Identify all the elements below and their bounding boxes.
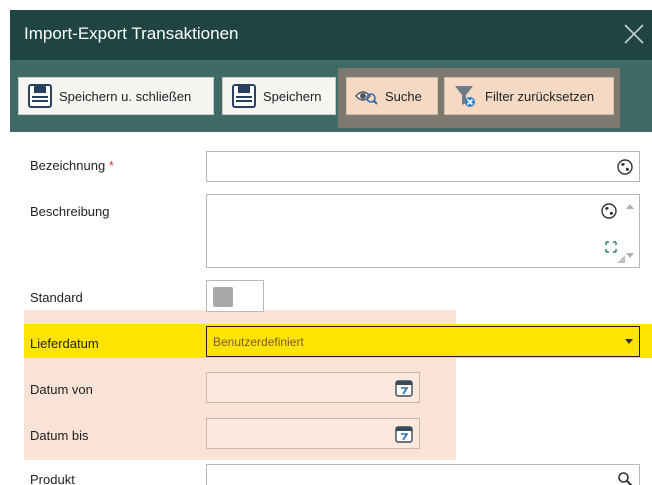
datum-bis-label: Datum bis xyxy=(30,428,89,443)
toolbar: Speichern u. schließen Speichern Suche F… xyxy=(10,60,652,132)
standard-label: Standard xyxy=(30,290,83,305)
beschreibung-textarea[interactable] xyxy=(206,194,640,268)
save-and-close-button[interactable]: Speichern u. schließen xyxy=(18,77,214,115)
scroll-up-icon[interactable] xyxy=(626,203,634,209)
lieferdatum-label: Lieferdatum xyxy=(30,336,99,351)
globe-icon[interactable] xyxy=(601,203,617,219)
save-and-close-label: Speichern u. schließen xyxy=(59,88,192,104)
save-icon xyxy=(28,84,52,108)
toggle-knob xyxy=(213,287,233,307)
bezeichnung-label-text: Bezeichnung xyxy=(30,158,106,173)
window-titlebar: Import-Export Transaktionen xyxy=(10,10,652,60)
bezeichnung-label: Bezeichnung * xyxy=(30,158,114,173)
close-icon[interactable] xyxy=(618,18,648,48)
save-button[interactable]: Speichern xyxy=(222,77,336,115)
beschreibung-label: Beschreibung xyxy=(30,204,110,219)
reset-filter-button[interactable]: Filter zurücksetzen xyxy=(444,77,614,115)
lieferdatum-select[interactable]: Benutzerdefiniert xyxy=(206,326,640,357)
produkt-label: Produkt xyxy=(30,472,75,485)
resize-handle-icon[interactable] xyxy=(617,255,625,263)
eye-search-icon xyxy=(355,91,378,105)
datum-bis-input[interactable] xyxy=(206,418,420,449)
calendar-icon[interactable] xyxy=(395,379,413,397)
expand-icon[interactable] xyxy=(605,241,617,253)
bezeichnung-input[interactable] xyxy=(206,151,640,182)
datum-von-input[interactable] xyxy=(206,372,420,403)
save-label: Speichern xyxy=(263,88,322,104)
search-button[interactable]: Suche xyxy=(346,77,438,115)
required-mark: * xyxy=(108,158,114,173)
search-icon[interactable] xyxy=(617,471,633,485)
save-icon xyxy=(232,84,256,108)
scroll-down-icon[interactable] xyxy=(626,253,634,259)
reset-filter-label: Filter zurücksetzen xyxy=(485,88,595,104)
search-label: Suche xyxy=(385,88,422,104)
filter-reset-icon xyxy=(455,86,475,107)
form-area: Bezeichnung * Beschreibung Standard Lief… xyxy=(10,132,652,485)
calendar-icon[interactable] xyxy=(395,425,413,443)
globe-icon[interactable] xyxy=(617,159,633,175)
chevron-down-icon[interactable] xyxy=(625,339,633,344)
datum-von-label: Datum von xyxy=(30,382,93,397)
standard-toggle[interactable] xyxy=(206,280,264,312)
produkt-input[interactable] xyxy=(206,464,640,485)
window-title: Import-Export Transaktionen xyxy=(24,24,239,43)
lieferdatum-value: Benutzerdefiniert xyxy=(213,335,304,349)
